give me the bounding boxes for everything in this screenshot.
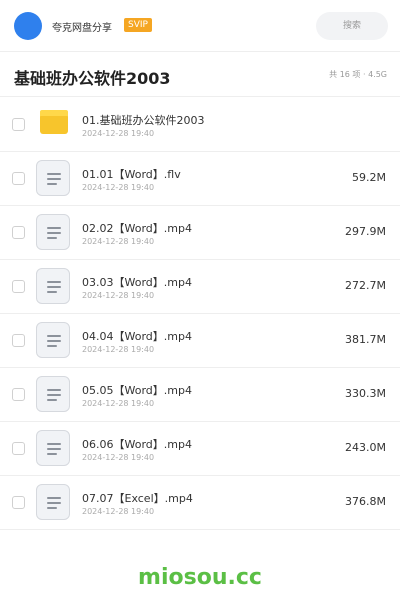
list-item[interactable]: 01.基础班办公软件2003 2024-12-28 19:40	[0, 98, 400, 152]
item-size: 272.7M	[345, 279, 386, 292]
row-checkbox[interactable]	[12, 388, 25, 401]
list-item[interactable]: 05.05【Word】.mp4 2024-12-28 19:40 330.3M	[0, 368, 400, 422]
list-item[interactable]: 02.02【Word】.mp4 2024-12-28 19:40 297.9M	[0, 206, 400, 260]
file-icon	[36, 376, 70, 412]
list-item[interactable]: 04.04【Word】.mp4 2024-12-28 19:40 381.7M	[0, 314, 400, 368]
file-icon	[36, 268, 70, 304]
row-checkbox[interactable]	[12, 280, 25, 293]
file-icon	[36, 484, 70, 520]
item-date: 2024-12-28 19:40	[82, 183, 155, 192]
list-item[interactable]: 07.07【Excel】.mp4 2024-12-28 19:40 376.8M	[0, 476, 400, 530]
item-date: 2024-12-28 19:40	[82, 237, 155, 246]
item-size: 381.7M	[345, 333, 386, 346]
row-checkbox[interactable]	[12, 496, 25, 509]
avatar[interactable]	[14, 12, 42, 40]
item-name: 03.03【Word】.mp4	[82, 276, 192, 289]
item-name: 01.基础班办公软件2003	[82, 114, 205, 127]
folder-header: 基础班办公软件2003 共 16 项 · 4.5G	[0, 53, 400, 97]
row-checkbox[interactable]	[12, 442, 25, 455]
list-item[interactable]: 01.01【Word】.flv 2024-12-28 19:40 59.2M	[0, 152, 400, 206]
file-icon	[36, 430, 70, 466]
item-size: 330.3M	[345, 387, 386, 400]
item-size: 59.2M	[352, 171, 386, 184]
row-checkbox[interactable]	[12, 226, 25, 239]
top-bar: 夸克网盘分享 SVIP 搜索	[0, 0, 400, 52]
item-date: 2024-12-28 19:40	[82, 345, 155, 354]
file-icon	[36, 214, 70, 250]
item-name: 04.04【Word】.mp4	[82, 330, 192, 343]
item-date: 2024-12-28 19:40	[82, 453, 155, 462]
item-name: 05.05【Word】.mp4	[82, 384, 192, 397]
list-item[interactable]: 06.06【Word】.mp4 2024-12-28 19:40 243.0M	[0, 422, 400, 476]
list-item[interactable]: 03.03【Word】.mp4 2024-12-28 19:40 272.7M	[0, 260, 400, 314]
item-name: 06.06【Word】.mp4	[82, 438, 192, 451]
item-count-summary: 共 16 项 · 4.5G	[329, 70, 387, 79]
item-size: 243.0M	[345, 441, 386, 454]
item-size: 297.9M	[345, 225, 386, 238]
item-date: 2024-12-28 19:40	[82, 399, 155, 408]
row-checkbox[interactable]	[12, 172, 25, 185]
item-name: 07.07【Excel】.mp4	[82, 492, 193, 505]
file-list: 01.基础班办公软件2003 2024-12-28 19:40 01.01【Wo…	[0, 98, 400, 530]
item-date: 2024-12-28 19:40	[82, 291, 155, 300]
item-name: 01.01【Word】.flv	[82, 168, 181, 181]
item-name: 02.02【Word】.mp4	[82, 222, 192, 235]
row-checkbox[interactable]	[12, 334, 25, 347]
search-input[interactable]: 搜索	[316, 12, 388, 40]
item-date: 2024-12-28 19:40	[82, 129, 155, 138]
user-name: 夸克网盘分享	[52, 23, 112, 34]
item-size: 376.8M	[345, 495, 386, 508]
item-date: 2024-12-28 19:40	[82, 507, 155, 516]
folder-icon	[40, 110, 68, 134]
page-title: 基础班办公软件2003	[14, 69, 171, 88]
file-icon	[36, 322, 70, 358]
row-checkbox[interactable]	[12, 118, 25, 131]
svip-badge: SVIP	[124, 18, 152, 32]
file-icon	[36, 160, 70, 196]
watermark: miosou.cc	[138, 565, 262, 590]
